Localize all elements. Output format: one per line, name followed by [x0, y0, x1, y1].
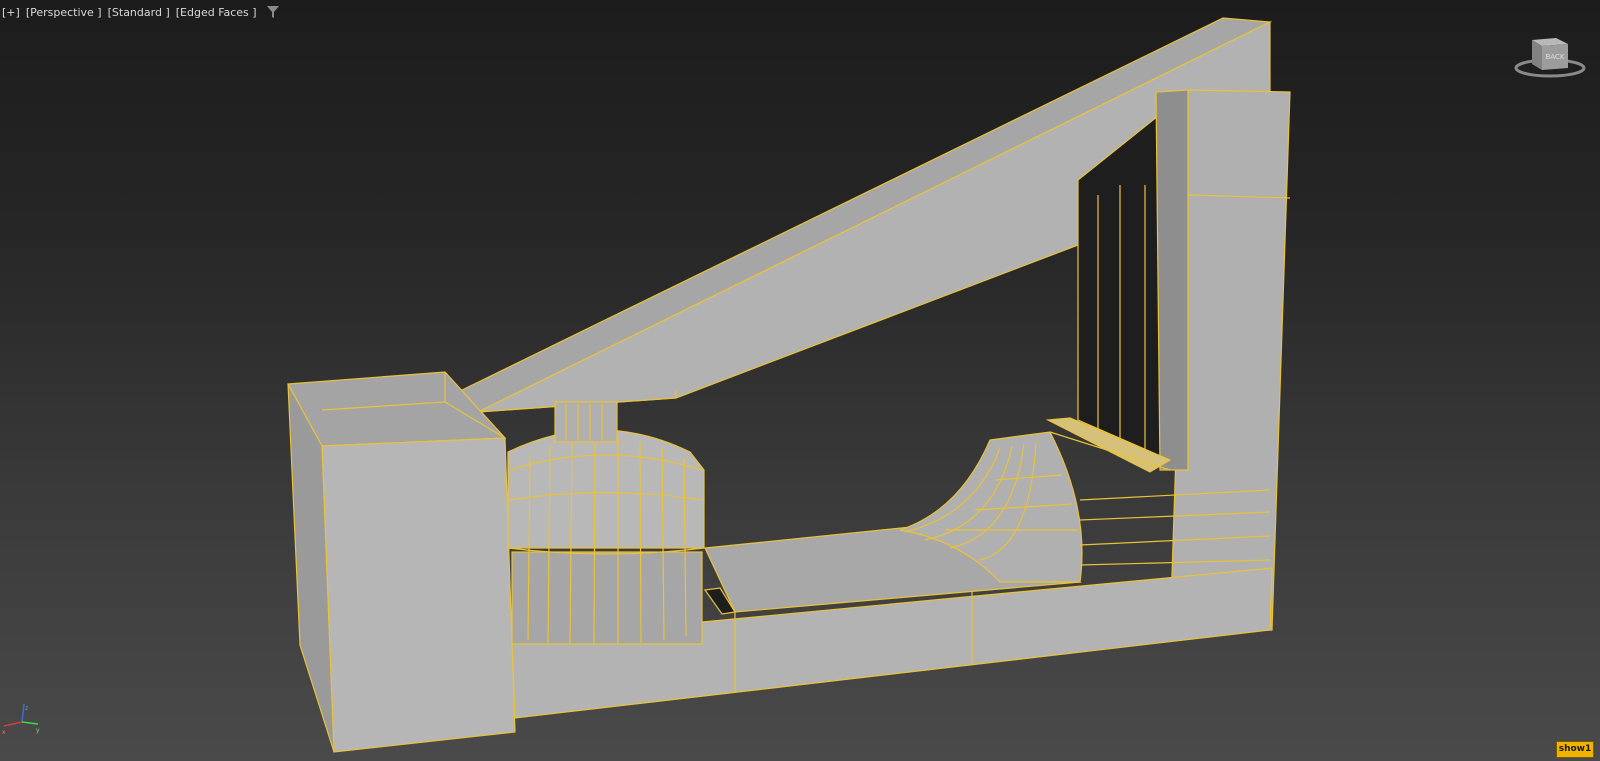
pillar-inner-side[interactable]: [1155, 89, 1189, 471]
viewport-view-menu[interactable]: [Perspective ]: [26, 6, 102, 19]
x-axis-label: x: [2, 729, 6, 736]
perspective-viewport[interactable]: [+] [Perspective ] [Standard ] [Edged Fa…: [0, 0, 1600, 761]
viewcube[interactable]: BACK: [1510, 34, 1590, 82]
viewport-plus-menu[interactable]: [+]: [2, 6, 20, 19]
left-block-top[interactable]: [287, 371, 507, 447]
filter-funnel-icon[interactable]: [266, 6, 279, 18]
y-axis-line: [21, 721, 39, 725]
z-axis-line: [21, 703, 25, 723]
z-axis-label: z: [25, 705, 28, 712]
tank-dome[interactable]: [507, 429, 705, 549]
viewcube-face-label: BACK: [1546, 53, 1565, 61]
show-badge[interactable]: show1: [1556, 741, 1594, 758]
y-axis-label: y: [36, 727, 40, 734]
x-axis-line: [3, 721, 23, 727]
scene-model[interactable]: [0, 0, 1600, 761]
tank-lower-body[interactable]: [511, 551, 703, 645]
left-block-front[interactable]: [321, 437, 516, 753]
viewport-shading-menu[interactable]: [Standard ]: [108, 6, 170, 19]
viewport-display-menu[interactable]: [Edged Faces ]: [176, 6, 257, 19]
axis-tripod: z x y: [2, 703, 48, 744]
tank-neck[interactable]: [554, 401, 618, 443]
viewport-label-menu[interactable]: [+] [Perspective ] [Standard ] [Edged Fa…: [2, 4, 279, 20]
